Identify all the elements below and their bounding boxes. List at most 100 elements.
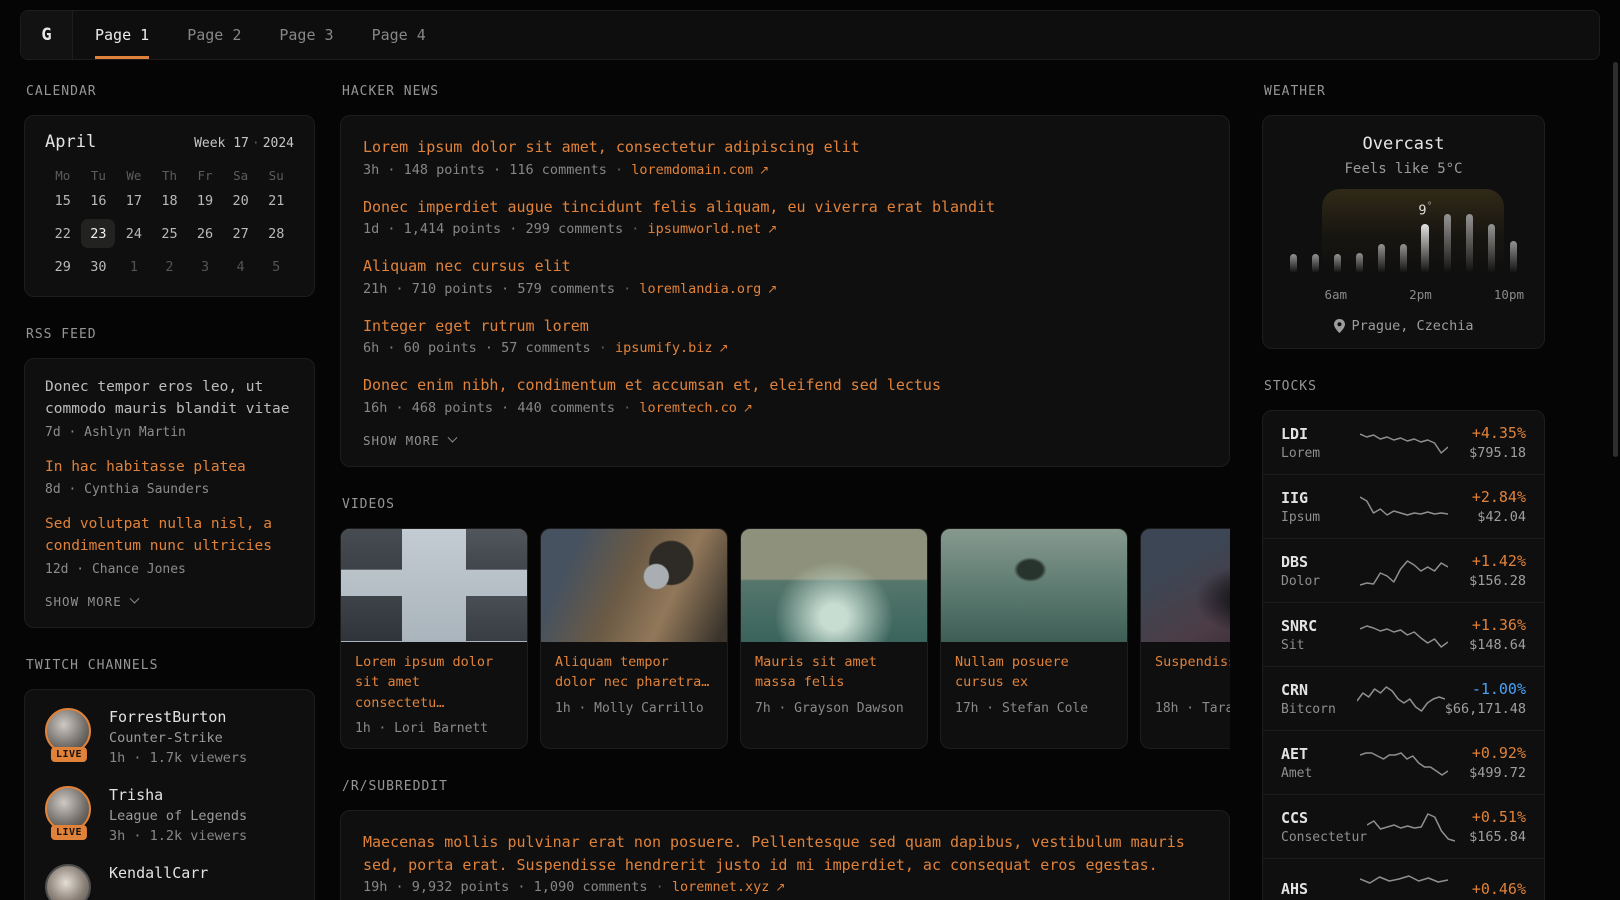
hackernews-item-meta: 21h · 710 points · 579 comments · loreml… xyxy=(363,281,1207,297)
tab-page-4[interactable]: Page 4 xyxy=(372,11,426,59)
stock-row[interactable]: CCSConsectetur+0.51%$165.84 xyxy=(1263,794,1544,858)
stock-row[interactable]: CRNBitcorn-1.00%$66,171.48 xyxy=(1263,666,1544,730)
video-thumbnail[interactable] xyxy=(1141,529,1230,642)
video-title[interactable]: Suspendisse diam xyxy=(1155,652,1230,694)
stock-change-percent: +1.42% xyxy=(1448,552,1527,570)
twitch-channel-name[interactable]: KendallCarr xyxy=(109,864,208,882)
weather-hour-label: 2pm xyxy=(1409,287,1432,302)
subreddit-item-meta: 19h · 9,932 points · 1,090 comments · lo… xyxy=(363,879,1207,895)
hackernews-item-title[interactable]: Donec imperdiet augue tincidunt felis al… xyxy=(363,196,1207,219)
calendar-day: 29 xyxy=(45,251,81,282)
video-thumbnail[interactable] xyxy=(341,529,527,642)
stock-symbol: SNRC xyxy=(1281,617,1360,635)
external-link-icon: ↗ xyxy=(743,401,753,415)
stocks-widget: STOCKS LDILorem+4.35%$795.18IIGIpsum+2.8… xyxy=(1262,379,1545,900)
external-link-icon: ↗ xyxy=(767,222,777,236)
page-scrollbar-thumb[interactable] xyxy=(1613,62,1618,457)
twitch-channel-item[interactable]: LIVETrishaLeague of Legends3h · 1.2k vie… xyxy=(45,786,294,844)
video-title[interactable]: Mauris sit amet massa felis xyxy=(755,652,913,694)
hackernews-item-title[interactable]: Donec enim nibh, condimentum et accumsan… xyxy=(363,374,1207,397)
video-card[interactable]: Suspendisse diam18h · Tara xyxy=(1140,528,1230,750)
weather-bar-slot xyxy=(1436,214,1458,273)
hackernews-item-stats: 3h · 148 points · 116 comments xyxy=(363,162,607,178)
calendar-day: 15 xyxy=(45,185,81,216)
stocks-widget-title: STOCKS xyxy=(1264,379,1545,394)
tab-page-2[interactable]: Page 2 xyxy=(187,11,241,59)
current-temp-label: 9° xyxy=(1418,201,1432,219)
stock-price: $795.18 xyxy=(1448,445,1527,461)
hackernews-item-domain-link[interactable]: loremdomain.com xyxy=(631,162,753,178)
twitch-channel-item[interactable]: LIVEForrestBurtonCounter-Strike1h · 1.7k… xyxy=(45,708,294,766)
tab-page-3[interactable]: Page 3 xyxy=(279,11,333,59)
stock-value-block: +0.92%$499.72 xyxy=(1448,744,1527,781)
twitch-channel-name[interactable]: ForrestBurton xyxy=(109,708,247,726)
stock-sparkline xyxy=(1357,682,1445,716)
hackernews-item-meta: 16h · 468 points · 440 comments · loremt… xyxy=(363,400,1207,416)
video-thumbnail[interactable] xyxy=(541,529,727,642)
stock-symbol: LDI xyxy=(1281,425,1360,443)
stock-symbol: DBS xyxy=(1281,553,1360,571)
stock-row[interactable]: DBSDolor+1.42%$156.28 xyxy=(1263,538,1544,602)
stock-name: Ipsum xyxy=(1281,510,1360,525)
app-logo[interactable]: G xyxy=(21,11,73,59)
weather-temp-bar xyxy=(1312,254,1319,273)
twitch-channel-item[interactable]: KendallCarr xyxy=(45,864,294,900)
stock-row[interactable]: IIGIpsum+2.84%$42.04 xyxy=(1263,474,1544,538)
subreddit-widget: /R/SUBREDDIT Maecenas mollis pulvinar er… xyxy=(340,779,1230,900)
stocks-card: LDILorem+4.35%$795.18IIGIpsum+2.84%$42.0… xyxy=(1262,410,1545,900)
video-title[interactable]: Aliquam tempor dolor nec pharetra… xyxy=(555,652,713,694)
hackernews-item-meta: 6h · 60 points · 57 comments · ipsumify.… xyxy=(363,340,1207,356)
hackernews-show-more-button[interactable]: SHOW MORE xyxy=(363,433,1207,448)
weather-widget-title: WEATHER xyxy=(1264,84,1545,99)
left-column: CALENDAR April Week 17·2024 MoTuWeThFrSa… xyxy=(24,84,315,900)
hackernews-item-domain-link[interactable]: ipsumify.biz xyxy=(615,340,713,356)
chevron-down-icon xyxy=(447,432,457,442)
calendar-day: 4 xyxy=(223,251,259,282)
hackernews-item-domain-link[interactable]: loremlandia.org xyxy=(639,281,761,297)
stock-row[interactable]: SNRCSit+1.36%$148.64 xyxy=(1263,602,1544,666)
rss-show-more-button[interactable]: SHOW MORE xyxy=(45,594,294,609)
twitch-channel-name[interactable]: Trisha xyxy=(109,786,247,804)
video-thumbnail[interactable] xyxy=(741,529,927,642)
stock-value-block: +1.36%$148.64 xyxy=(1448,616,1527,653)
video-card[interactable]: Mauris sit amet massa felis7h · Grayson … xyxy=(740,528,928,750)
stock-symbol: IIG xyxy=(1281,489,1360,507)
hackernews-widget-title: HACKER NEWS xyxy=(342,84,1230,99)
hackernews-item-domain-link[interactable]: ipsumworld.net xyxy=(647,221,761,237)
hackernews-item-domain-link[interactable]: loremtech.co xyxy=(639,400,737,416)
stock-sparkline xyxy=(1360,746,1448,780)
rss-item-title[interactable]: Donec tempor eros leo, ut commodo mauris… xyxy=(45,377,294,421)
rss-card: Donec tempor eros leo, ut commodo mauris… xyxy=(24,358,315,628)
calendar-weekday-header: MoTuWeThFrSaSu xyxy=(45,168,294,183)
stock-row[interactable]: AHS+0.46% xyxy=(1263,858,1544,900)
weather-location: Prague, Czechia xyxy=(1279,318,1528,334)
video-title[interactable]: Lorem ipsum dolor sit amet consectetu… xyxy=(355,652,513,715)
video-card[interactable]: Aliquam tempor dolor nec pharetra…1h · M… xyxy=(540,528,728,750)
tab-page-1[interactable]: Page 1 xyxy=(95,11,149,59)
hackernews-item-title[interactable]: Integer eget rutrum lorem xyxy=(363,315,1207,338)
stock-sparkline xyxy=(1360,554,1448,588)
calendar-day: 1 xyxy=(116,251,152,282)
video-card[interactable]: Lorem ipsum dolor sit amet consectetu…1h… xyxy=(340,528,528,750)
hackernews-item-title[interactable]: Aliquam nec cursus elit xyxy=(363,255,1207,278)
calendar-weekday: We xyxy=(116,168,152,183)
subreddit-item-domain-link[interactable]: loremnet.xyz xyxy=(672,879,770,895)
stock-row[interactable]: AETAmet+0.92%$499.72 xyxy=(1263,730,1544,794)
calendar-day: 23 xyxy=(81,218,117,249)
stock-row[interactable]: LDILorem+4.35%$795.18 xyxy=(1263,411,1544,474)
hackernews-item-title[interactable]: Lorem ipsum dolor sit amet, consectetur … xyxy=(363,136,1207,159)
stock-change-percent: -1.00% xyxy=(1445,680,1526,698)
hackernews-item-stats: 6h · 60 points · 57 comments xyxy=(363,340,591,356)
stock-name: Bitcorn xyxy=(1281,702,1357,717)
rss-item-title[interactable]: Sed volutpat nulla nisl, a condimentum n… xyxy=(45,514,294,558)
weather-temp-bar xyxy=(1334,254,1341,273)
video-title[interactable]: Nullam posuere cursus ex xyxy=(955,652,1113,694)
twitch-channel-meta: 1h · 1.7k viewers xyxy=(109,750,247,766)
calendar-day: 25 xyxy=(152,218,188,249)
rss-item-title[interactable]: In hac habitasse platea xyxy=(45,457,294,479)
subreddit-item-title[interactable]: Maecenas mollis pulvinar erat non posuer… xyxy=(363,831,1207,876)
stock-value-block: +1.42%$156.28 xyxy=(1448,552,1527,589)
video-card[interactable]: Nullam posuere cursus ex17h · Stefan Col… xyxy=(940,528,1128,750)
video-thumbnail[interactable] xyxy=(941,529,1127,642)
stock-price: $499.72 xyxy=(1448,765,1527,781)
